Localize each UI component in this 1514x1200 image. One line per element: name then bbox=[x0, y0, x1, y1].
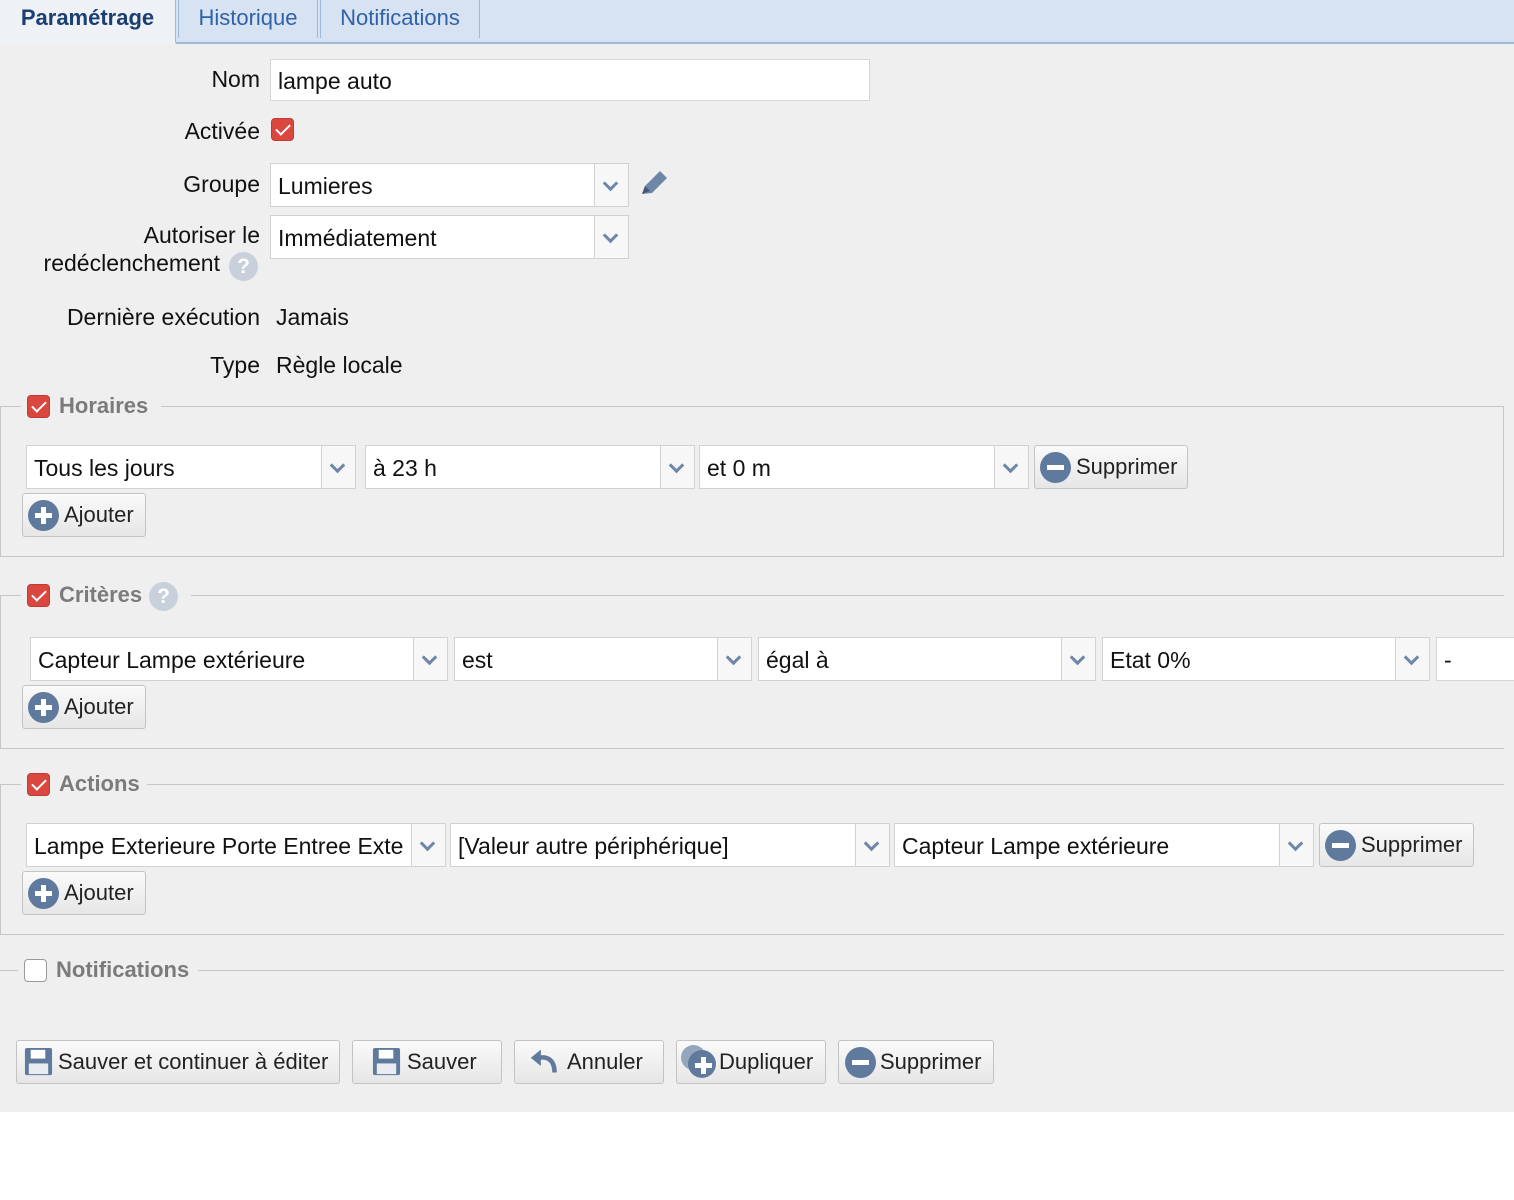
horaires-day-value: Tous les jours bbox=[34, 455, 175, 481]
minus-circle-icon bbox=[1040, 452, 1071, 483]
criteres-checkbox[interactable] bbox=[27, 584, 50, 607]
criteres-legend: Critères ? bbox=[21, 576, 191, 616]
horaires-add-label: Ajouter bbox=[64, 502, 134, 527]
horaires-checkbox[interactable] bbox=[27, 395, 50, 418]
cancel-button[interactable]: Annuler bbox=[514, 1040, 664, 1084]
tab-notifications[interactable]: Notifications bbox=[320, 0, 480, 38]
groupe-select[interactable]: Lumieres bbox=[270, 163, 629, 207]
horaires-minute-value: et 0 m bbox=[707, 455, 771, 481]
save-continue-button[interactable]: Sauver et continuer à éditer bbox=[16, 1040, 340, 1084]
chevron-down-icon bbox=[1279, 824, 1313, 866]
save-button[interactable]: Sauver bbox=[352, 1040, 502, 1084]
criteres-title: Critères bbox=[59, 582, 143, 607]
type-value: Règle locale bbox=[276, 352, 403, 378]
horaires-remove-button[interactable]: Supprimer bbox=[1034, 445, 1188, 489]
autoriser-select[interactable]: Immédiatement bbox=[270, 215, 629, 259]
rule-editor: Paramétrage Historique Notifications Nom… bbox=[0, 0, 1514, 1112]
criteres-operator-value: égal à bbox=[766, 647, 829, 673]
criteres-add-label: Ajouter bbox=[64, 694, 134, 719]
horaires-minute-select[interactable]: et 0 m bbox=[699, 445, 1029, 489]
chevron-down-icon bbox=[413, 638, 447, 680]
criteres-extra-input[interactable]: - bbox=[1436, 637, 1514, 681]
chevron-down-icon bbox=[1395, 638, 1429, 680]
chevron-down-icon bbox=[321, 446, 355, 488]
autoriser-value: Immédiatement bbox=[278, 225, 437, 251]
minus-circle-icon bbox=[845, 1047, 876, 1078]
actions-legend: Actions bbox=[21, 765, 147, 805]
criteres-device-select[interactable]: Capteur Lampe extérieure bbox=[30, 637, 448, 681]
activee-label: Activée bbox=[184, 118, 260, 144]
actions-remove-button[interactable]: Supprimer bbox=[1319, 823, 1474, 867]
actions-add-label: Ajouter bbox=[64, 880, 134, 905]
chevron-down-icon bbox=[594, 216, 628, 258]
help-icon[interactable]: ? bbox=[149, 582, 178, 611]
chevron-down-icon bbox=[855, 824, 889, 866]
horaires-title: Horaires bbox=[59, 393, 149, 418]
duplicate-button[interactable]: Dupliquer bbox=[676, 1040, 826, 1084]
chevron-down-icon bbox=[994, 446, 1028, 488]
horaires-hour-select[interactable]: à 23 h bbox=[365, 445, 695, 489]
criteres-add-button[interactable]: Ajouter bbox=[22, 685, 146, 729]
horaires-legend: Horaires bbox=[21, 387, 161, 427]
pencil-icon[interactable] bbox=[636, 166, 672, 202]
actions-target-select[interactable]: Lampe Exterieure Porte Entree Exte bbox=[26, 823, 446, 867]
horaires-remove-label: Supprimer bbox=[1076, 454, 1178, 479]
chevron-down-icon bbox=[1061, 638, 1095, 680]
floppy-disk-icon bbox=[24, 1047, 53, 1076]
criteres-operator-select[interactable]: égal à bbox=[758, 637, 1096, 681]
plus-circle-icon bbox=[28, 500, 59, 531]
chevron-down-icon bbox=[411, 824, 445, 866]
cancel-label: Annuler bbox=[567, 1049, 643, 1074]
horaires-day-select[interactable]: Tous les jours bbox=[26, 445, 356, 489]
notifications-title: Notifications bbox=[56, 957, 190, 982]
type-label: Type bbox=[210, 352, 260, 378]
notifications-legend: Notifications bbox=[18, 951, 198, 991]
delete-label: Supprimer bbox=[880, 1049, 982, 1074]
activee-checkbox[interactable] bbox=[271, 118, 294, 141]
actions-title: Actions bbox=[59, 771, 140, 796]
autoriser-label-1: Autoriser le bbox=[143, 222, 260, 248]
tab-historique[interactable]: Historique bbox=[178, 0, 318, 38]
criteres-state-select[interactable]: Etat 0% bbox=[1102, 637, 1430, 681]
autoriser-label-2: redéclenchement bbox=[43, 250, 220, 276]
floppy-disk-icon bbox=[372, 1047, 401, 1076]
criteres-state-value: Etat 0% bbox=[1110, 647, 1191, 673]
duplicate-icon bbox=[688, 1050, 716, 1078]
actions-remove-label: Supprimer bbox=[1361, 832, 1463, 857]
actions-add-button[interactable]: Ajouter bbox=[22, 871, 146, 915]
nom-input[interactable]: lampe auto bbox=[270, 59, 870, 101]
notifications-checkbox[interactable] bbox=[24, 959, 47, 982]
horaires-hour-value: à 23 h bbox=[373, 455, 437, 481]
groupe-label: Groupe bbox=[183, 171, 260, 197]
actions-value-type-value: [Valeur autre périphérique] bbox=[458, 833, 729, 859]
actions-checkbox[interactable] bbox=[27, 773, 50, 796]
actions-source-value: Capteur Lampe extérieure bbox=[902, 833, 1170, 859]
criteres-verb-select[interactable]: est bbox=[454, 637, 752, 681]
horaires-add-button[interactable]: Ajouter bbox=[22, 493, 146, 537]
undo-icon bbox=[530, 1049, 557, 1073]
chevron-down-icon bbox=[660, 446, 694, 488]
criteres-device-value: Capteur Lampe extérieure bbox=[38, 647, 306, 673]
duplicate-label: Dupliquer bbox=[719, 1049, 814, 1074]
chevron-down-icon bbox=[717, 638, 751, 680]
chevron-down-icon bbox=[594, 164, 628, 206]
save-continue-label: Sauver et continuer à éditer bbox=[58, 1049, 329, 1074]
help-icon[interactable]: ? bbox=[229, 252, 258, 281]
actions-target-value: Lampe Exterieure Porte Entree Exte bbox=[34, 833, 404, 859]
notifications-fieldset: Notifications bbox=[0, 951, 1504, 991]
plus-circle-icon bbox=[28, 692, 59, 723]
groupe-value: Lumieres bbox=[278, 173, 373, 199]
actions-value-type-select[interactable]: [Valeur autre périphérique] bbox=[450, 823, 890, 867]
tab-bar: Paramétrage Historique Notifications bbox=[0, 0, 1514, 44]
derniere-label: Dernière exécution bbox=[66, 304, 260, 330]
actions-source-select[interactable]: Capteur Lampe extérieure bbox=[894, 823, 1314, 867]
delete-button[interactable]: Supprimer bbox=[838, 1040, 994, 1084]
nom-label: Nom bbox=[211, 66, 260, 92]
derniere-value: Jamais bbox=[276, 304, 349, 330]
save-label: Sauver bbox=[407, 1049, 477, 1074]
tab-parametrage[interactable]: Paramétrage bbox=[0, 0, 176, 44]
plus-circle-icon bbox=[28, 878, 59, 909]
criteres-verb-value: est bbox=[462, 647, 493, 673]
minus-circle-icon bbox=[1325, 830, 1356, 861]
